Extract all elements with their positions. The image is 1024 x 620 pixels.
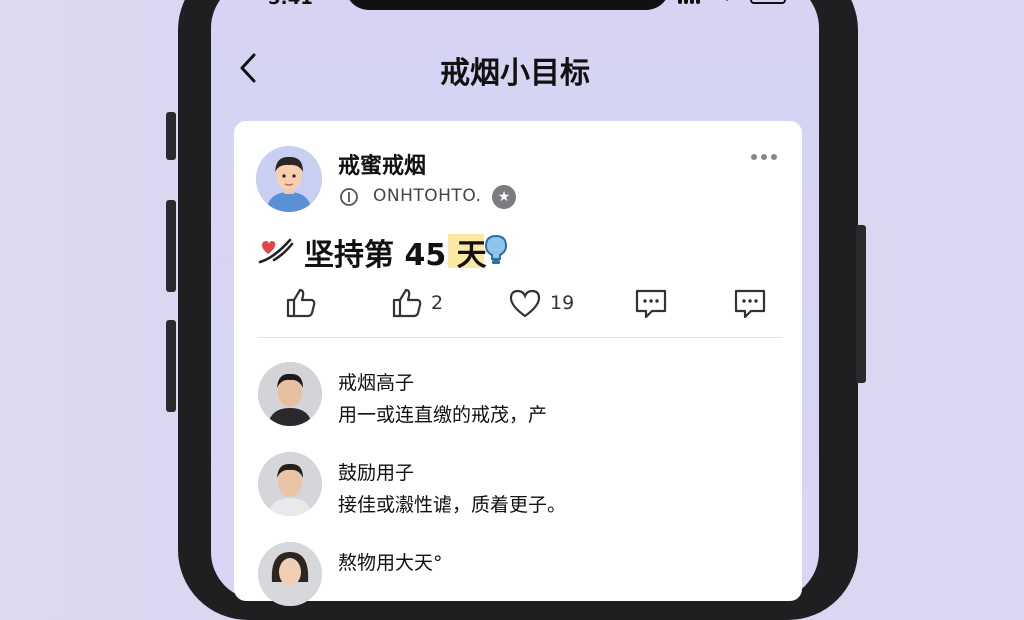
comment-button[interactable] (634, 286, 668, 320)
commenter-avatar[interactable] (258, 452, 322, 516)
like-count-button[interactable] (390, 286, 424, 320)
heart-button[interactable] (508, 286, 542, 320)
commenter-name[interactable]: 鼓励用子 (338, 458, 414, 485)
comment-text: 接佳或瀫性谑，质着更子。 (338, 494, 567, 516)
like-count: 2 (431, 292, 444, 314)
commenter-name[interactable]: 熬物用大天° (338, 548, 443, 575)
signal-bar (684, 0, 688, 4)
wifi-icon (726, 0, 728, 1)
heart-count: 19 (550, 292, 575, 314)
signal-bar (690, 0, 694, 4)
commenter-name[interactable]: 戒烟高子 (338, 368, 414, 395)
share-comment-button[interactable] (733, 286, 767, 320)
camera-notch (345, 0, 670, 10)
streak-headline: 坚持第 45 天 (304, 230, 487, 274)
lightbulb-icon (484, 234, 508, 264)
volume-down-button (166, 320, 176, 412)
page-title: 戒烟小目标 (440, 56, 590, 91)
commenter-avatar[interactable] (258, 542, 322, 606)
location-icon (340, 188, 358, 206)
streak-highlight: 天 (456, 238, 487, 273)
author-name[interactable]: 戒蜜戒烟 (338, 148, 426, 180)
commenter-avatar[interactable] (258, 362, 322, 426)
power-button (856, 225, 866, 383)
signal-bar (696, 0, 700, 4)
volume-up-button (166, 200, 176, 292)
post-card (234, 121, 802, 601)
streak-text: 坚持第 45 (304, 238, 457, 273)
status-time: 5:41 (268, 0, 313, 9)
like-button[interactable] (284, 286, 318, 320)
author-subtitle: ONHTOHTO. (373, 186, 482, 206)
status-icons (678, 0, 788, 6)
comment-text: 用一或连直缴的戒茂，产 (338, 404, 548, 426)
mute-switch (166, 112, 176, 160)
heart-pen-icon (258, 238, 294, 264)
battery-icon (750, 0, 786, 4)
more-options-icon[interactable] (750, 147, 780, 167)
divider (258, 337, 782, 338)
author-avatar[interactable] (256, 146, 322, 212)
star-badge-icon: ★ (492, 185, 516, 209)
signal-icon (678, 0, 682, 4)
back-arrow-icon[interactable] (236, 52, 260, 84)
